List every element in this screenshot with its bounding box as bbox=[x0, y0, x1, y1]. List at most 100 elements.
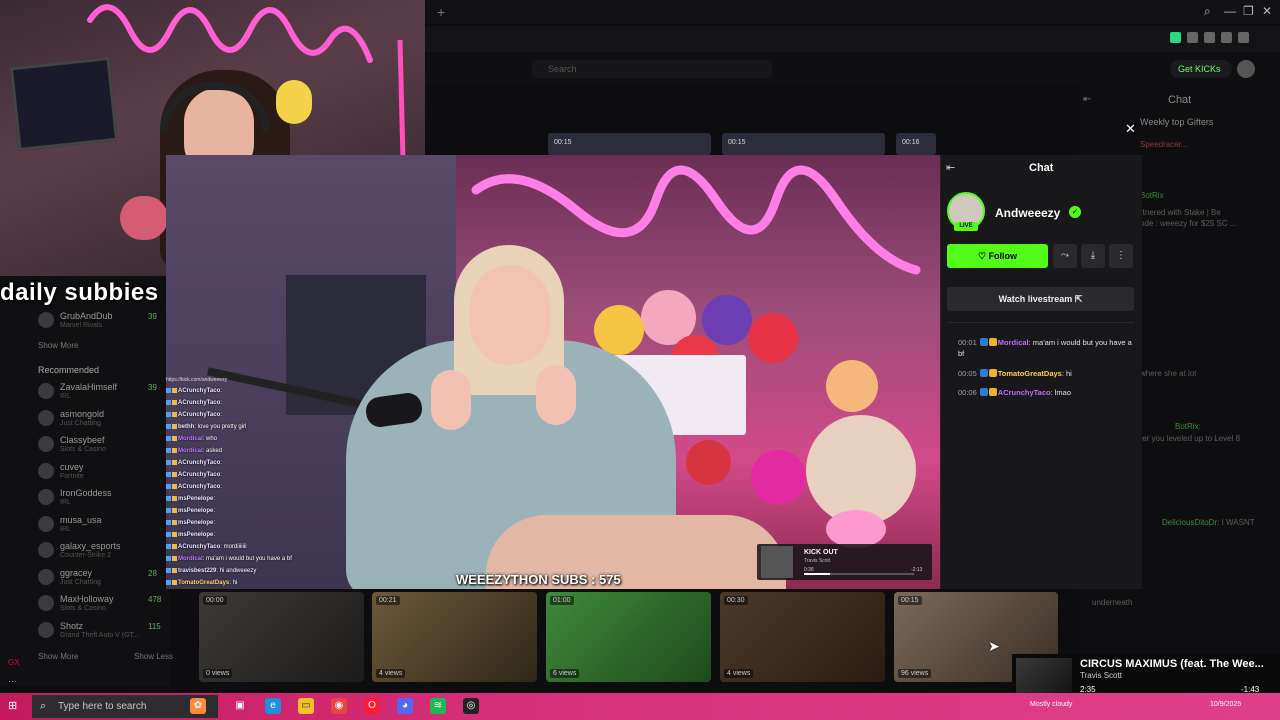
overlay-chat-text: : bbox=[220, 388, 222, 395]
overlay-chat-text: : mordiiiiiii bbox=[220, 544, 247, 551]
overlay-chat-user: ACrunchyTaco bbox=[178, 484, 221, 491]
sidebar-channel-name[interactable]: Classybeef bbox=[60, 435, 105, 445]
overlay-chat-text: : bbox=[220, 400, 222, 407]
puzzle-icon[interactable] bbox=[1187, 32, 1198, 43]
video-thumbnail[interactable]: 00:16 bbox=[896, 133, 936, 155]
thumb-duration: 00:00 bbox=[203, 596, 227, 605]
share-button[interactable]: ⤳ bbox=[1053, 244, 1077, 268]
chrome-icon[interactable]: ◉ bbox=[331, 698, 347, 714]
external-link-icon: ⇱ bbox=[1074, 294, 1083, 304]
new-tab-icon[interactable]: + bbox=[437, 4, 451, 20]
now-playing-artist: Travis Scott bbox=[1080, 671, 1122, 680]
thumb-views: 0 views bbox=[203, 669, 233, 678]
sidebar-channel-name[interactable]: asmongold bbox=[60, 409, 104, 419]
collapse-chat-icon[interactable]: ⇤ bbox=[1083, 94, 1091, 105]
sidebar-channel-name[interactable]: Shotz bbox=[60, 621, 83, 631]
more-options-button[interactable]: ⋮ bbox=[1109, 244, 1133, 268]
show-more-link[interactable]: Show More bbox=[38, 652, 78, 661]
discord-icon[interactable]: ◕ bbox=[397, 698, 413, 714]
profile-icon[interactable] bbox=[1204, 32, 1215, 43]
download-button[interactable]: ⤓ bbox=[1081, 244, 1105, 268]
overlay-chat-user: ACrunchyTaco bbox=[178, 544, 221, 551]
minimize-icon[interactable]: — bbox=[1224, 4, 1236, 18]
chat-message[interactable]: 00:06 ACrunchyTaco: lmao bbox=[958, 387, 1134, 398]
site-search-input[interactable]: Search bbox=[532, 60, 772, 78]
chat-username[interactable]: TomatoGreatDays bbox=[998, 369, 1062, 378]
close-window-icon[interactable]: ✕ bbox=[1262, 4, 1272, 18]
task-view-icon[interactable]: ▣ bbox=[232, 698, 248, 714]
address-bar[interactable] bbox=[425, 26, 1280, 52]
overlay-chat-line: msPenelope: bbox=[166, 532, 215, 538]
streamer-hand bbox=[431, 370, 471, 430]
video-thumbnail[interactable]: 00:30 4 views bbox=[720, 592, 885, 682]
menu-icon[interactable] bbox=[1238, 32, 1249, 43]
channel-avatar[interactable] bbox=[38, 312, 54, 328]
show-more-link[interactable]: Show More bbox=[38, 341, 78, 350]
channel-avatar[interactable] bbox=[38, 515, 54, 532]
video-thumbnail[interactable]: 00:21 4 views bbox=[372, 592, 537, 682]
gx-icon[interactable]: GX bbox=[8, 658, 20, 667]
maximize-icon[interactable]: ❐ bbox=[1243, 4, 1254, 18]
weather-status[interactable]: Mostly cloudy bbox=[1030, 701, 1072, 708]
overlay-chat-user: msPenelope bbox=[178, 520, 214, 527]
bg-chat-line: BotRix: bbox=[1175, 422, 1201, 431]
channel-avatar[interactable] bbox=[38, 621, 54, 638]
spotify-icon[interactable]: ≋ bbox=[430, 698, 446, 714]
download-icon: ⤓ bbox=[1090, 250, 1096, 261]
badge-icon bbox=[166, 508, 171, 513]
overlay-chat-text: : bbox=[220, 412, 222, 419]
search-icon[interactable]: ⌕ bbox=[1204, 4, 1211, 19]
sidebar-channel-name[interactable]: MaxHolloway bbox=[60, 594, 114, 604]
video-thumbnail[interactable]: 01:00 6 views bbox=[546, 592, 711, 682]
overlay-chat-line: msPenelope: bbox=[166, 508, 215, 514]
obs-icon[interactable]: ◎ bbox=[463, 698, 479, 714]
sidebar-channel-name[interactable]: GrubAndDub bbox=[60, 311, 113, 321]
sidebar-channel-name[interactable]: galaxy_esports bbox=[60, 541, 121, 551]
show-less-link[interactable]: Show Less bbox=[134, 652, 173, 661]
octopus-icon[interactable]: ✿ bbox=[190, 698, 206, 714]
get-kicks-button[interactable]: Get KICKs bbox=[1170, 60, 1232, 78]
badge-icon bbox=[172, 472, 177, 477]
channel-avatar[interactable] bbox=[38, 489, 54, 505]
sidebar-channel-name[interactable]: ZavalaHimself bbox=[60, 382, 117, 392]
file-explorer-icon[interactable]: ▭ bbox=[298, 698, 314, 714]
chat-message[interactable]: 00:01 Mordical: ma'am i would but you hav… bbox=[958, 337, 1134, 359]
close-icon[interactable]: ✕ bbox=[1125, 121, 1136, 137]
chat-username[interactable]: ACrunchyTaco bbox=[998, 388, 1051, 397]
opera-gx-icon[interactable]: O bbox=[364, 698, 380, 714]
badge-icon bbox=[166, 412, 171, 417]
video-thumbnail[interactable]: 00:00 0 views bbox=[199, 592, 364, 682]
download-icon[interactable] bbox=[1221, 32, 1232, 43]
channel-avatar[interactable] bbox=[38, 462, 54, 479]
video-thumbnail[interactable]: 00:15 bbox=[548, 133, 711, 155]
sidebar-channel-name[interactable]: cuvey bbox=[60, 462, 84, 472]
watch-livestream-button[interactable]: Watch livestream ⇱ bbox=[947, 287, 1134, 311]
viewer-count: 478 bbox=[148, 595, 162, 604]
chat-username[interactable]: Mordical bbox=[998, 338, 1029, 347]
windows-start-icon[interactable]: ⊞ bbox=[8, 699, 20, 712]
channel-avatar[interactable] bbox=[38, 409, 54, 426]
user-avatar[interactable] bbox=[1237, 60, 1255, 78]
sidebar-channel-name[interactable]: IronGoddess bbox=[60, 488, 112, 498]
video-thumbnail[interactable]: 00:15 bbox=[722, 133, 885, 155]
channel-avatar[interactable] bbox=[38, 383, 54, 399]
channel-avatar[interactable] bbox=[38, 542, 54, 558]
extension-icon[interactable] bbox=[1170, 32, 1181, 43]
weeezython-subs-text: WEEEZYTHON SUBS : 575 bbox=[456, 572, 621, 587]
chat-message[interactable]: 00:05 TomatoGreatDays: hi bbox=[958, 368, 1134, 379]
bg-chat-line: BotRix bbox=[1140, 191, 1164, 200]
more-icon[interactable]: ⋯ bbox=[8, 676, 17, 687]
collapse-chat-icon[interactable]: ⇤ bbox=[946, 162, 958, 174]
bg-chat-line: ode : weeezy for $25 SC ... bbox=[1140, 219, 1237, 228]
channel-avatar[interactable] bbox=[38, 568, 54, 585]
channel-avatar[interactable] bbox=[38, 436, 54, 452]
channel-avatar[interactable] bbox=[38, 595, 54, 611]
follow-button[interactable]: ♡ Follow bbox=[947, 244, 1048, 268]
big-plush bbox=[806, 415, 916, 525]
channel-name[interactable]: Andweeezy bbox=[995, 206, 1060, 220]
sidebar-channel-name[interactable]: ggracey bbox=[60, 568, 92, 578]
neon-sign bbox=[87, 4, 373, 63]
sidebar-channel-name[interactable]: musa_usa bbox=[60, 515, 102, 525]
edge-icon[interactable]: e bbox=[265, 698, 281, 714]
taskbar-date[interactable]: 10/9/2025 bbox=[1210, 701, 1241, 708]
